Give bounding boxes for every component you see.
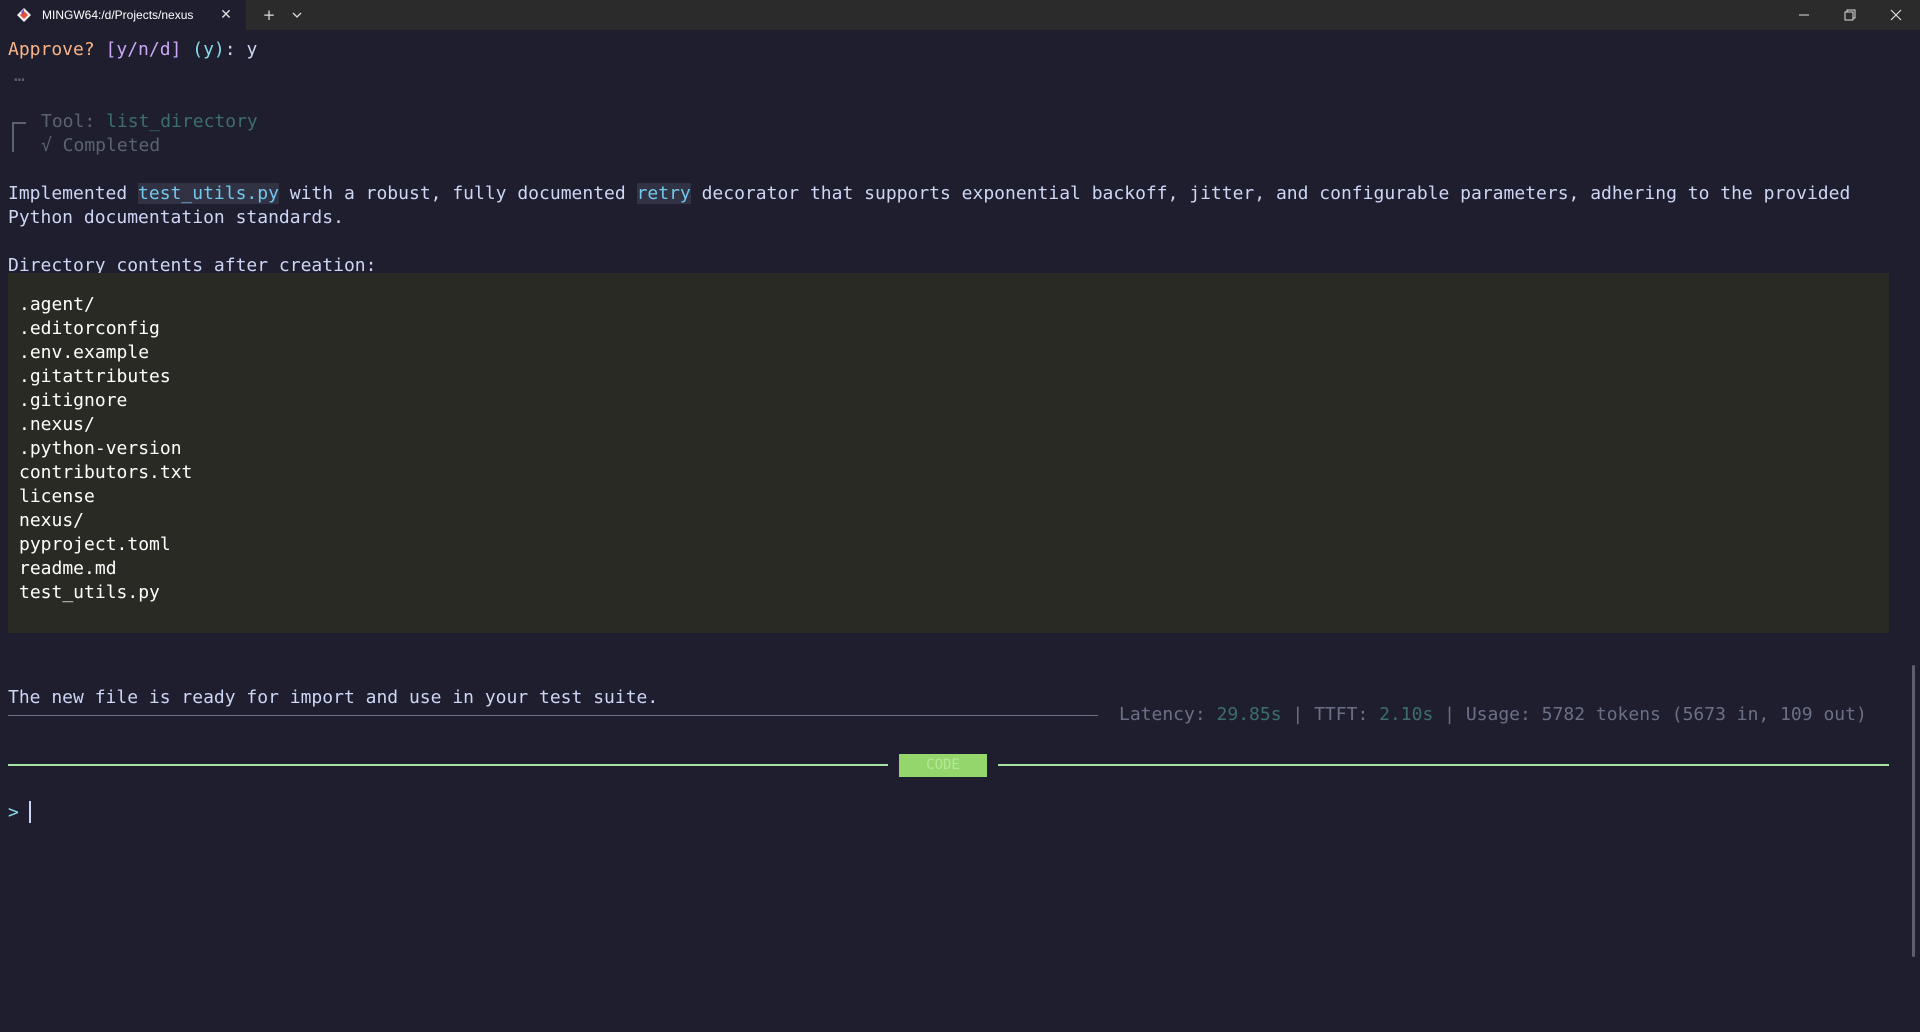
directory-entry: contributors.txt	[19, 462, 193, 483]
directory-entry: .gitignore	[19, 390, 128, 411]
tool-status: √ Completed	[41, 135, 161, 156]
directory-entry: .env.example	[19, 342, 150, 363]
tool-label: Tool:	[41, 111, 96, 132]
chevron-down-icon	[292, 12, 302, 18]
minimize-icon	[1799, 14, 1809, 16]
directory-entry: test_utils.py	[19, 582, 160, 603]
close-icon	[1890, 9, 1902, 21]
summary-line-2: Python documentation standards.	[8, 207, 344, 228]
new-tab-button[interactable]: +	[258, 0, 280, 30]
text-cursor	[29, 801, 31, 823]
stats-separator: |	[1281, 704, 1315, 725]
directory-entry: .editorconfig	[19, 318, 160, 339]
closing-message: The new file is ready for import and use…	[8, 687, 659, 708]
close-window-button[interactable]	[1875, 0, 1917, 30]
approve-default: (y)	[192, 39, 225, 60]
minimize-button[interactable]	[1783, 0, 1825, 30]
tool-tree-bracket	[12, 122, 26, 152]
directory-entry: .gitattributes	[19, 366, 171, 387]
summary-part-1: Implemented	[8, 183, 139, 204]
terminal-tab[interactable]: MINGW64:/d/Projects/nexus ✕	[0, 0, 246, 30]
stats-separator: |	[1433, 704, 1466, 725]
retry-highlight: retry	[636, 183, 691, 204]
restore-icon	[1844, 9, 1856, 21]
directory-entry: pyproject.toml	[19, 534, 171, 555]
restore-button[interactable]	[1829, 0, 1871, 30]
tool-line: Tool: list_directory	[41, 110, 258, 134]
ttft-value: 2.10s	[1379, 704, 1434, 725]
git-bash-icon	[16, 7, 32, 23]
latency-label: Latency:	[1119, 704, 1217, 725]
directory-code-block: .agent/ .editorconfig .env.example .gita…	[8, 273, 1889, 633]
stats-divider	[8, 715, 1098, 716]
approve-line: Approve? [y/n/d] (y): y	[8, 38, 257, 62]
summary-part-2: with a robust, fully documented	[278, 183, 637, 204]
tab-title: MINGW64:/d/Projects/nexus	[42, 8, 194, 22]
usage-tokens: Usage: 5782 tokens (5673 in, 109 out)	[1465, 704, 1867, 725]
latency-value: 29.85s	[1216, 704, 1282, 725]
directory-entry: .nexus/	[19, 414, 95, 435]
directory-entry: nexus/	[19, 510, 85, 531]
approve-colon: :	[224, 39, 236, 60]
title-bar: MINGW64:/d/Projects/nexus ✕ +	[0, 0, 1920, 30]
mode-divider-right	[998, 764, 1889, 766]
usage-stats: Latency: 29.85s | TTFT: 2.10s | Usage: 5…	[1119, 703, 1867, 727]
directory-entry: .agent/	[19, 294, 95, 315]
ttft-label: TTFT:	[1314, 704, 1380, 725]
directory-entry: license	[19, 486, 95, 507]
prompt-symbol: >	[8, 802, 19, 823]
command-input[interactable]	[28, 801, 1228, 825]
scrollbar-thumb[interactable]	[1912, 665, 1915, 957]
directory-entry: .python-version	[19, 438, 182, 459]
summary-part-3: decorator that supports exponential back…	[690, 183, 1851, 204]
summary-line-1: Implemented test_utils.py with a robust,…	[8, 182, 1850, 206]
approve-options: [y/n/d]	[105, 39, 182, 60]
mode-badge: CODE	[899, 754, 987, 777]
approve-answer: y	[246, 39, 258, 60]
tool-name: list_directory	[106, 111, 258, 132]
mode-divider-left	[8, 764, 888, 766]
close-tab-icon[interactable]: ✕	[218, 7, 234, 23]
approve-prompt: Approve?	[8, 39, 95, 60]
tab-dropdown-button[interactable]	[286, 0, 308, 30]
ellipsis-indicator: …	[14, 65, 25, 86]
file-highlight: test_utils.py	[138, 183, 279, 204]
directory-entry: readme.md	[19, 558, 117, 579]
